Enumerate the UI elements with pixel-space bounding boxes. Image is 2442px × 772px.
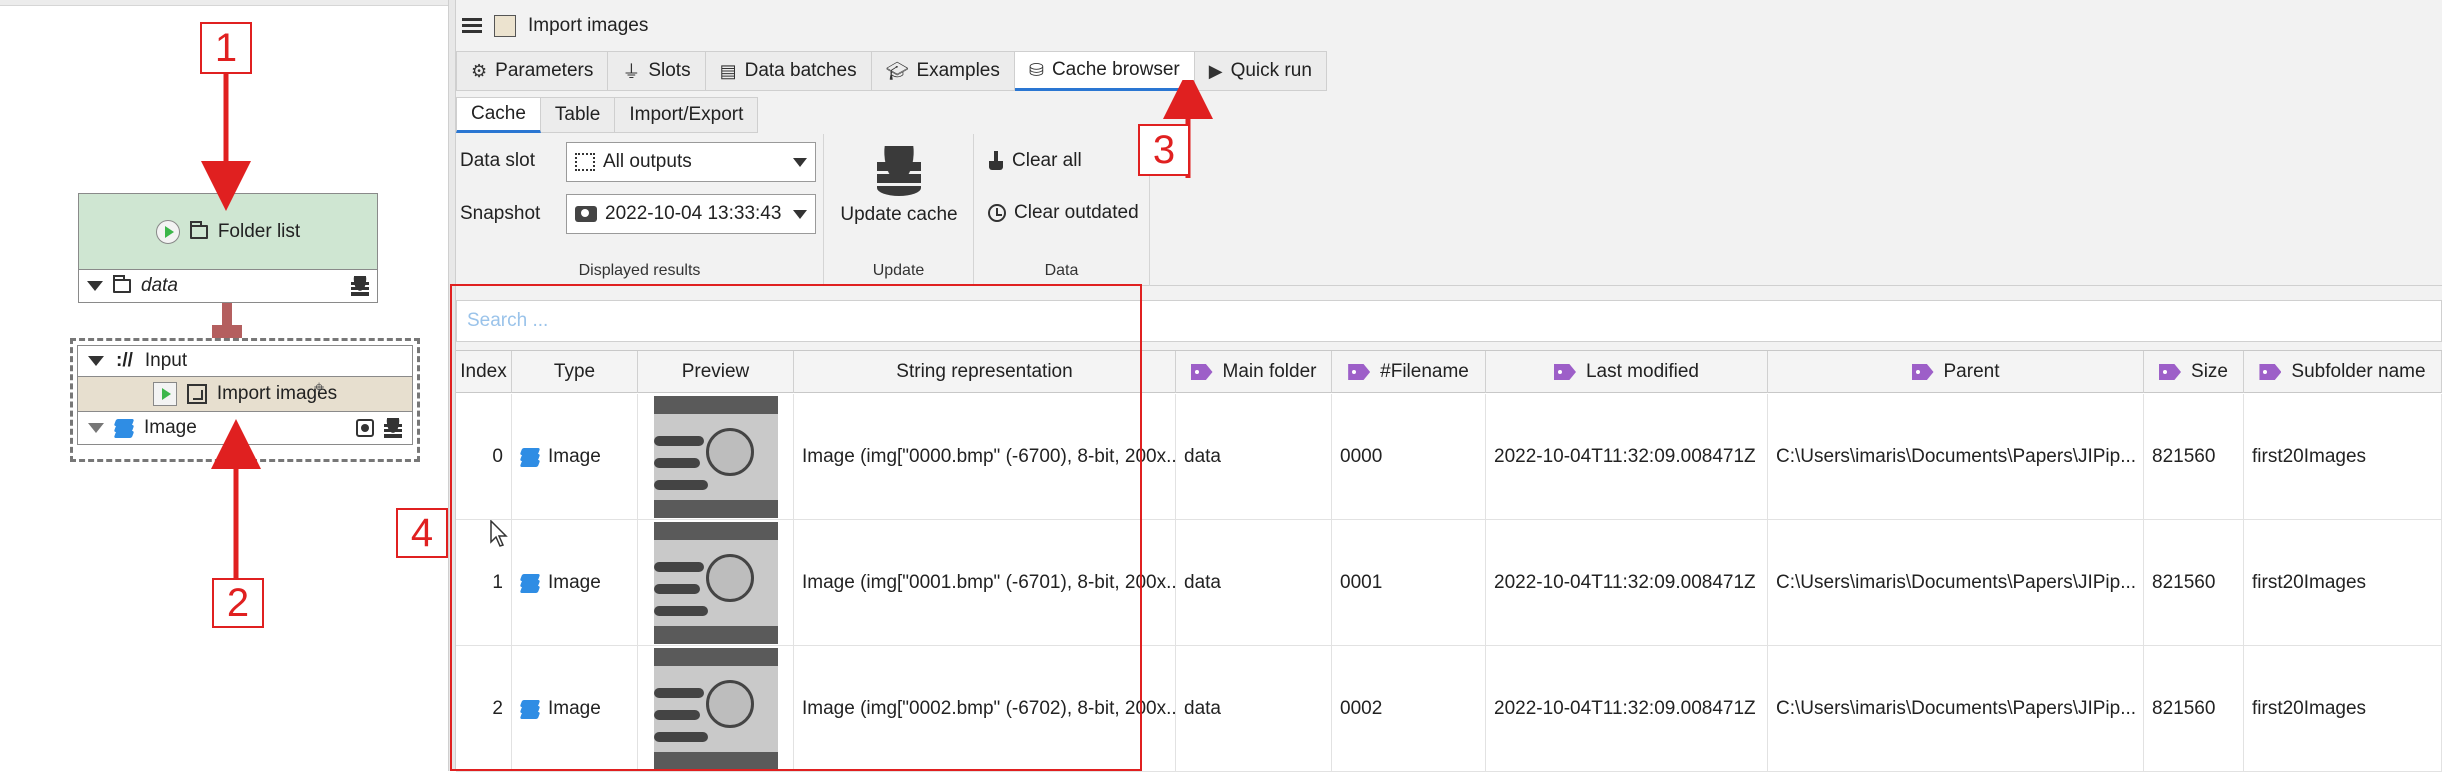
column-header-label: Last modified (1585, 361, 1699, 382)
cell-filename: 0002 (1332, 646, 1486, 772)
column-header[interactable]: Size (2144, 351, 2244, 393)
cell-subfolder: first20Images (2244, 520, 2442, 646)
cell-last-modified: 2022-10-04T11:32:09.008471Z (1486, 520, 1768, 646)
column-header[interactable]: Parent (1768, 351, 2144, 393)
tab-data-batches[interactable]: ▤ Data batches (705, 51, 872, 91)
tab-label: Quick run (1230, 60, 1312, 81)
cell-parent: C:\Users\imaris\Documents\Papers\JIPip..… (1768, 520, 2144, 646)
update-cache-label: Update cache (840, 204, 958, 225)
data-slot-label: Data slot (460, 150, 535, 171)
group-label: Data (1044, 262, 1079, 279)
annotation-arrows (201, 72, 261, 580)
panel-titlebar: Import images (456, 6, 2442, 46)
clock-icon (988, 204, 1006, 222)
displayed-results-group: Data slot All outputs Snapshot 2022-10-0… (456, 134, 824, 286)
select-all-icon (575, 153, 595, 171)
annotation-highlight-box (450, 284, 1142, 771)
tag-icon (1190, 364, 1213, 380)
database-icon: ⛁ (1028, 59, 1044, 80)
cell-subfolder: first20Images (2244, 646, 2442, 772)
data-slot-select[interactable]: All outputs (566, 142, 816, 182)
subtab-import-export[interactable]: Import/Export (615, 97, 759, 133)
tag-icon (2159, 364, 2182, 380)
column-header[interactable]: #Filename (1332, 351, 1486, 393)
group-label: Displayed results (578, 262, 701, 279)
cell-filename: 0000 (1332, 394, 1486, 520)
group-label: Update (872, 262, 925, 279)
column-header-label: Size (2191, 361, 2228, 382)
callout-1: 1 (200, 22, 252, 74)
tab-label: Examples (916, 60, 1000, 81)
column-header[interactable]: Main folder (1176, 351, 1332, 393)
tag-icon (1911, 364, 1934, 380)
tab-label: Parameters (495, 60, 594, 81)
tab-examples[interactable]: 🎓︎ Examples (871, 51, 1015, 91)
snapshot-label: Snapshot (460, 203, 541, 224)
graduation-cap-icon: 🎓︎ (885, 60, 909, 81)
column-header-label: Subfolder name (2291, 361, 2426, 382)
update-group: Update cache Update (824, 134, 974, 286)
mouse-cursor-icon (490, 520, 508, 547)
tag-icon (1553, 364, 1576, 380)
column-header-label: #Filename (1380, 361, 1469, 382)
tag-icon (2259, 364, 2282, 380)
cell-main-folder: data (1176, 646, 1332, 772)
column-header[interactable]: Subfolder name (2244, 351, 2442, 393)
snapshot-select[interactable]: 2022-10-04 13:33:43 (566, 194, 816, 234)
column-header-label: Parent (1943, 361, 2000, 382)
cell-size: 821560 (2144, 394, 2244, 520)
callout-4: 4 (396, 508, 448, 558)
chevron-down-icon (793, 209, 807, 219)
clear-all-button[interactable]: Clear all (988, 150, 1082, 172)
cell-last-modified: 2022-10-04T11:32:09.008471Z (1486, 394, 1768, 520)
tab-slots[interactable]: ⏚ Slots (608, 51, 706, 91)
callout-3: 3 (1138, 124, 1190, 176)
snapshot-value: 2022-10-04 13:33:43 (605, 203, 782, 224)
menu-icon[interactable] (462, 18, 482, 34)
column-header[interactable]: Last modified (1486, 351, 1768, 393)
cell-parent: C:\Users\imaris\Documents\Papers\JIPip..… (1768, 646, 2144, 772)
data-slot-value: All outputs (603, 151, 692, 172)
gear-icon: ⚙ (471, 60, 488, 81)
cell-size: 821560 (2144, 520, 2244, 646)
cell-main-folder: data (1176, 520, 1332, 646)
cell-parent: C:\Users\imaris\Documents\Papers\JIPip..… (1768, 394, 2144, 520)
chevron-down-icon (793, 157, 807, 167)
tab-label: Cache browser (1051, 59, 1180, 80)
batches-icon: ▤ (719, 60, 737, 81)
tab-label: Data batches (744, 60, 857, 81)
tab-parameters[interactable]: ⚙ Parameters (456, 51, 609, 91)
plug-icon: ⏚ (622, 62, 641, 82)
cell-last-modified: 2022-10-04T11:32:09.008471Z (1486, 646, 1768, 772)
tab-label: Slots (648, 60, 691, 81)
graph-editor[interactable]: Folder list data :// Input Import images… (0, 0, 448, 771)
cell-size: 821560 (2144, 646, 2244, 772)
subtab-cache[interactable]: Cache (456, 97, 541, 133)
play-icon: ▶ (1208, 60, 1223, 81)
panel-title: Import images (528, 15, 649, 36)
column-header-label: Main folder (1222, 361, 1317, 382)
update-cache-button[interactable]: Update cache (824, 146, 974, 226)
tag-icon (1348, 364, 1371, 380)
brush-icon (988, 151, 1004, 171)
subtab-table[interactable]: Table (540, 97, 616, 133)
algorithm-icon (494, 15, 516, 37)
clear-all-label: Clear all (1012, 150, 1082, 171)
cache-subtabs: Cache Table Import/Export (456, 97, 759, 133)
cell-subfolder: first20Images (2244, 394, 2442, 520)
camera-icon (575, 206, 597, 222)
database-icon (877, 146, 921, 196)
cell-main-folder: data (1176, 394, 1332, 520)
cell-filename: 0001 (1332, 520, 1486, 646)
cache-toolbar: Data slot All outputs Snapshot 2022-10-0… (456, 134, 2442, 286)
properties-panel: Import images ⚙ Parameters ⏚ Slots ▤ Data b… (396, 0, 2442, 772)
callout-2: 2 (212, 578, 264, 628)
